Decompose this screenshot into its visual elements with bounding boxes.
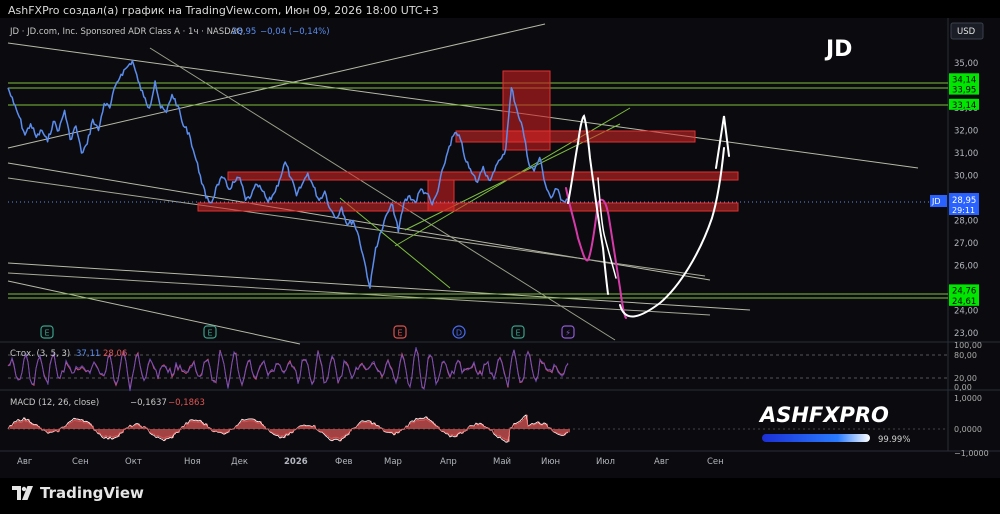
time-tick: Дек bbox=[231, 457, 248, 467]
svg-text:24,61: 24,61 bbox=[952, 297, 976, 307]
svg-text:33,95: 33,95 bbox=[952, 86, 976, 96]
event-marker-earnings[interactable]: E bbox=[40, 325, 54, 339]
time-tick: 2026 bbox=[284, 457, 308, 467]
time-tick: Сен bbox=[72, 457, 89, 467]
macd-signal-value: −0,1863 bbox=[168, 398, 205, 408]
legend-change: −0,04 (−0,14%) bbox=[260, 27, 330, 37]
price-tick: 30,00 bbox=[954, 172, 978, 182]
legend-price: 28,95 bbox=[232, 27, 256, 37]
stoch-title: Стох. (3, 5, 3) bbox=[10, 349, 70, 359]
event-marker-earnings[interactable]: E bbox=[393, 325, 407, 339]
projection-white-path-2[interactable] bbox=[619, 115, 730, 318]
zone-rect[interactable] bbox=[197, 202, 739, 212]
symbol-legend-text: JD · JD.com, Inc. Sponsored ADR Class A … bbox=[9, 27, 243, 37]
trendline[interactable] bbox=[7, 262, 751, 311]
last-price-tag: JD 28,95 29:11 bbox=[930, 193, 979, 215]
svg-text:E: E bbox=[397, 329, 402, 338]
macd-tick: −1,0000 bbox=[954, 449, 989, 458]
currency-label: USD bbox=[957, 27, 976, 37]
time-tick: Авг bbox=[654, 457, 670, 467]
chart-attribution: AshFXPro создал(а) график на TradingView… bbox=[8, 4, 439, 17]
price-tick: 24,00 bbox=[954, 307, 978, 317]
time-tick: Авг bbox=[17, 457, 33, 467]
trendline[interactable] bbox=[7, 23, 546, 149]
stoch-k-value: 37,11 bbox=[76, 349, 100, 359]
price-tick: 32,00 bbox=[954, 127, 978, 137]
last-tag-symbol: JD bbox=[931, 197, 941, 206]
supply-demand-zones[interactable] bbox=[197, 70, 739, 212]
symbol-watermark-label: JD bbox=[824, 37, 852, 62]
event-marker-earnings[interactable]: E bbox=[511, 325, 525, 339]
footer-bar: TradingView bbox=[0, 478, 1000, 514]
event-marker-earnings[interactable]: E bbox=[203, 325, 217, 339]
stoch-tick: 100,00 bbox=[954, 341, 982, 350]
zone-rect[interactable] bbox=[455, 130, 696, 143]
svg-text:E: E bbox=[515, 329, 520, 338]
svg-text:E: E bbox=[207, 329, 212, 338]
svg-text:D: D bbox=[456, 329, 462, 338]
time-tick: Мар bbox=[384, 457, 402, 467]
price-tick: 26,00 bbox=[954, 262, 978, 272]
macd-value: −0,1637 bbox=[130, 398, 167, 408]
brand-percent: 99.99% bbox=[878, 435, 910, 445]
brand-name: ASHFXPRO bbox=[758, 403, 889, 427]
price-tick: 31,00 bbox=[954, 149, 978, 159]
time-tick: Апр bbox=[440, 457, 457, 467]
svg-text:E: E bbox=[44, 329, 49, 338]
symbol-legend[interactable]: JD · JD.com, Inc. Sponsored ADR Class A … bbox=[9, 27, 330, 37]
time-tick: Окт bbox=[125, 457, 142, 467]
events-row[interactable]: E E E D E ⚡ bbox=[40, 325, 575, 339]
macd-tick: 1,0000 bbox=[954, 394, 982, 403]
price-tags: 34,1433,95 33,14 24,7624,61 bbox=[949, 73, 979, 307]
stoch-tick: 80,00 bbox=[954, 351, 977, 360]
time-tick: Сен bbox=[707, 457, 724, 467]
price-tick: 35,00 bbox=[954, 59, 978, 69]
chart-area[interactable]: JD JD · JD.com, Inc. Sponsored ADR Class… bbox=[0, 18, 1000, 478]
brand-progress-bar bbox=[762, 434, 870, 442]
event-marker-dividend[interactable]: D bbox=[452, 325, 466, 339]
time-tick: Июн bbox=[541, 457, 560, 467]
time-tick: Июл bbox=[596, 457, 615, 467]
stoch-pane[interactable]: Стох. (3, 5, 3) 37,11 28,06 100,00 80,00… bbox=[7, 341, 982, 392]
time-tick: Фев bbox=[335, 457, 353, 467]
event-marker-split[interactable]: ⚡ bbox=[561, 325, 575, 339]
bar-countdown: 29:11 bbox=[952, 206, 975, 215]
brand-watermark: ASHFXPRO 99.99% bbox=[758, 403, 910, 445]
trendline[interactable] bbox=[7, 280, 301, 345]
tradingview-logo-text: TradingView bbox=[40, 484, 144, 502]
stoch-tick: 0,00 bbox=[954, 383, 972, 392]
price-tick: 28,00 bbox=[954, 217, 978, 227]
svg-text:⚡: ⚡ bbox=[565, 329, 571, 338]
price-chart-svg[interactable]: JD JD · JD.com, Inc. Sponsored ADR Class… bbox=[0, 18, 1000, 478]
trendlines[interactable] bbox=[7, 23, 919, 345]
time-axis[interactable]: Авг Сен Окт Ноя Дек 2026 Фев Мар Апр Май Июн Июл Авг… bbox=[17, 457, 724, 467]
svg-text:33,14: 33,14 bbox=[952, 101, 976, 111]
time-tick: Май bbox=[493, 457, 511, 467]
last-price-value: 28,95 bbox=[952, 196, 976, 206]
price-level-tag: 33,14 bbox=[949, 98, 979, 111]
price-level-tag: 24,61 bbox=[949, 294, 979, 307]
projection-drawings[interactable] bbox=[565, 114, 730, 319]
currency-button[interactable]: USD bbox=[950, 22, 984, 40]
tradingview-logo[interactable]: TradingView bbox=[12, 484, 144, 502]
price-level-tag: 34,14 bbox=[949, 73, 979, 85]
time-tick: Ноя bbox=[184, 457, 201, 467]
price-level-tag: 33,95 bbox=[949, 83, 979, 96]
stoch-tick: 20,00 bbox=[954, 374, 977, 383]
macd-title: MACD (12, 26, close) bbox=[10, 398, 99, 408]
tradingview-logo-icon bbox=[12, 486, 33, 500]
macd-tick: 0,0000 bbox=[954, 425, 982, 434]
price-tick: 27,00 bbox=[954, 239, 978, 249]
price-tick: 23,00 bbox=[954, 329, 978, 339]
stoch-d-value: 28,06 bbox=[103, 349, 127, 359]
price-level-tag: 24,76 bbox=[949, 284, 979, 296]
